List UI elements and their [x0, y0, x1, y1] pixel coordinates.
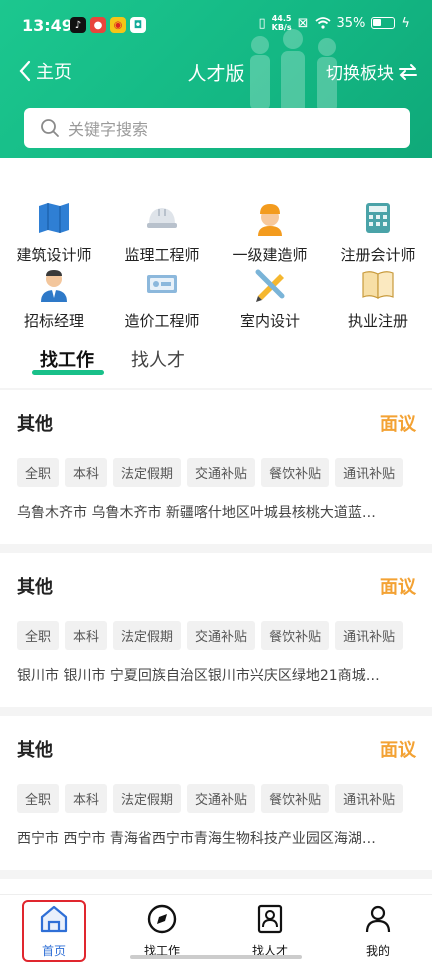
search-placeholder: 关键字搜索 — [68, 120, 149, 139]
category-label: 建筑设计师 — [16, 246, 92, 264]
job-tag: 交通补贴 — [187, 458, 256, 487]
category-label: 执业注册 — [347, 312, 408, 330]
category-label: 造价工程师 — [124, 312, 200, 330]
job-tag: 通讯补贴 — [335, 784, 404, 813]
tab-find-job[interactable]: 找工作 — [40, 346, 94, 372]
status-right: ▯ 44.5 KB/s ⊠ 35% ϟ — [258, 14, 410, 32]
job-card[interactable]: 其他 面议 全职 本科 法定假期 交通补贴 餐饮补贴 通讯补贴 银川市 银川市 … — [0, 553, 432, 707]
resume-icon — [257, 904, 283, 934]
tab-find-talent[interactable]: 找人才 — [131, 346, 185, 372]
job-tag: 餐饮补贴 — [261, 458, 330, 487]
network-speed-unit: KB/s — [271, 23, 292, 32]
book-icon — [362, 271, 394, 299]
job-address: 乌鲁木齐市 乌鲁木齐市 新疆喀什地区叶城县核桃大道蓝… — [17, 505, 376, 521]
job-salary: 面议 — [380, 740, 416, 761]
category-item[interactable]: 执业注册 — [324, 266, 432, 331]
job-tag: 法定假期 — [113, 621, 182, 650]
tab-active-indicator — [32, 370, 104, 375]
weibo-icon: ◉ — [110, 17, 126, 33]
job-salary: 面议 — [380, 577, 416, 598]
job-tag: 通讯补贴 — [335, 458, 404, 487]
job-address: 西宁市 西宁市 青海省西宁市青海生物科技产业园区海湖… — [17, 831, 376, 847]
job-title: 其他 — [17, 740, 53, 761]
job-card[interactable]: 其他 面议 全职 本科 法定假期 交通补贴 餐饮补贴 通讯补贴 乌鲁木齐市 乌鲁… — [0, 390, 432, 544]
job-title: 其他 — [17, 577, 53, 598]
manager-icon — [41, 270, 67, 302]
header: 13:49 ♪ ● ◉ ◘ ▯ 44.5 KB/s ⊠ 35% ϟ 主页 人才版… — [0, 0, 432, 158]
job-tag: 本科 — [65, 621, 108, 650]
category-item[interactable]: 造价工程师 — [108, 266, 216, 331]
tiktok-icon: ♪ — [70, 17, 86, 33]
wifi-icon — [314, 17, 331, 29]
job-tag: 法定假期 — [113, 784, 182, 813]
job-tag: 本科 — [65, 458, 108, 487]
job-tags: 全职 本科 法定假期 交通补贴 餐饮补贴 通讯补贴 — [17, 621, 404, 650]
tab-bar: 找工作 找人才 — [0, 340, 432, 388]
job-tag: 本科 — [65, 784, 108, 813]
status-bar: 13:49 ♪ ● ◉ ◘ ▯ 44.5 KB/s ⊠ 35% ϟ — [0, 0, 432, 52]
bottom-nav-mine[interactable]: 我的 — [324, 903, 432, 959]
job-tag: 全职 — [17, 784, 60, 813]
charging-icon: ϟ — [401, 15, 410, 31]
category-item[interactable]: 注册会计师 — [324, 200, 432, 265]
highlight-box — [22, 900, 86, 962]
category-item[interactable]: 监理工程师 — [108, 200, 216, 265]
category-item[interactable]: 一级建造师 — [216, 200, 324, 265]
vibrate-icon: ▯ — [258, 15, 266, 31]
job-salary: 面议 — [380, 414, 416, 435]
job-card[interactable]: 其他 面议 全职 本科 法定假期 交通补贴 餐饮补贴 通讯补贴 西宁市 西宁市 … — [0, 716, 432, 870]
network-speed-value: 44.5 — [271, 14, 292, 23]
app-badge-icon: ◘ — [130, 17, 146, 33]
app-notification-icon: ● — [90, 17, 106, 33]
switch-label: 切换板块 — [326, 64, 394, 84]
switch-section-button[interactable]: 切换板块 — [326, 59, 418, 84]
job-title: 其他 — [17, 414, 53, 435]
battery-icon — [371, 17, 396, 29]
job-tag: 法定假期 — [113, 458, 182, 487]
category-grid: 建筑设计师 监理工程师 一级建造师 注册会计师 招标经理 造价工程师 室内设计 … — [0, 158, 432, 388]
compass-icon — [147, 904, 177, 934]
category-label: 监理工程师 — [124, 246, 200, 264]
job-address: 银川市 银川市 宁夏回族自治区银川市兴庆区绿地21商城… — [17, 668, 380, 684]
nav-bar: 主页 人才版 切换板块 — [0, 52, 432, 92]
worker-icon — [258, 204, 282, 236]
battery-percent: 35% — [336, 15, 366, 31]
status-time: 13:49 — [22, 16, 73, 35]
search-input[interactable]: 关键字搜索 — [24, 108, 410, 148]
category-label: 室内设计 — [239, 312, 300, 330]
blueprint-icon — [39, 203, 69, 233]
category-label: 一级建造师 — [232, 246, 308, 264]
network-speed: 44.5 KB/s — [272, 14, 292, 32]
category-item[interactable]: 招标经理 — [0, 266, 108, 331]
job-tag: 交通补贴 — [187, 621, 256, 650]
category-label: 注册会计师 — [340, 246, 416, 264]
swap-arrows-icon — [399, 63, 417, 80]
job-tag: 通讯补贴 — [335, 621, 404, 650]
bottom-nav-label: 我的 — [365, 944, 390, 958]
banknote-icon — [147, 275, 177, 293]
person-icon — [365, 905, 391, 933]
calculator-icon — [366, 203, 390, 233]
status-app-icons: ♪ ● ◉ ◘ — [70, 17, 146, 33]
job-tags: 全职 本科 法定假期 交通补贴 餐饮补贴 通讯补贴 — [17, 458, 404, 487]
job-tags: 全职 本科 法定假期 交通补贴 餐饮补贴 通讯补贴 — [17, 784, 404, 813]
home-indicator — [130, 955, 302, 959]
category-item[interactable]: 建筑设计师 — [0, 200, 108, 265]
category-item[interactable]: 室内设计 — [216, 266, 324, 331]
bottom-nav-find-job[interactable]: 找工作 — [108, 903, 216, 959]
job-tag: 餐饮补贴 — [261, 784, 330, 813]
search-icon — [41, 119, 59, 137]
job-tag: 全职 — [17, 458, 60, 487]
pencil-ruler-icon — [255, 269, 285, 302]
bottom-nav-find-talent[interactable]: 找人才 — [216, 903, 324, 959]
job-tag: 全职 — [17, 621, 60, 650]
sim-icon: ⊠ — [297, 15, 309, 31]
category-label: 招标经理 — [23, 312, 84, 330]
job-tag: 交通补贴 — [187, 784, 256, 813]
helmet-icon — [147, 208, 177, 228]
job-tag: 餐饮补贴 — [261, 621, 330, 650]
